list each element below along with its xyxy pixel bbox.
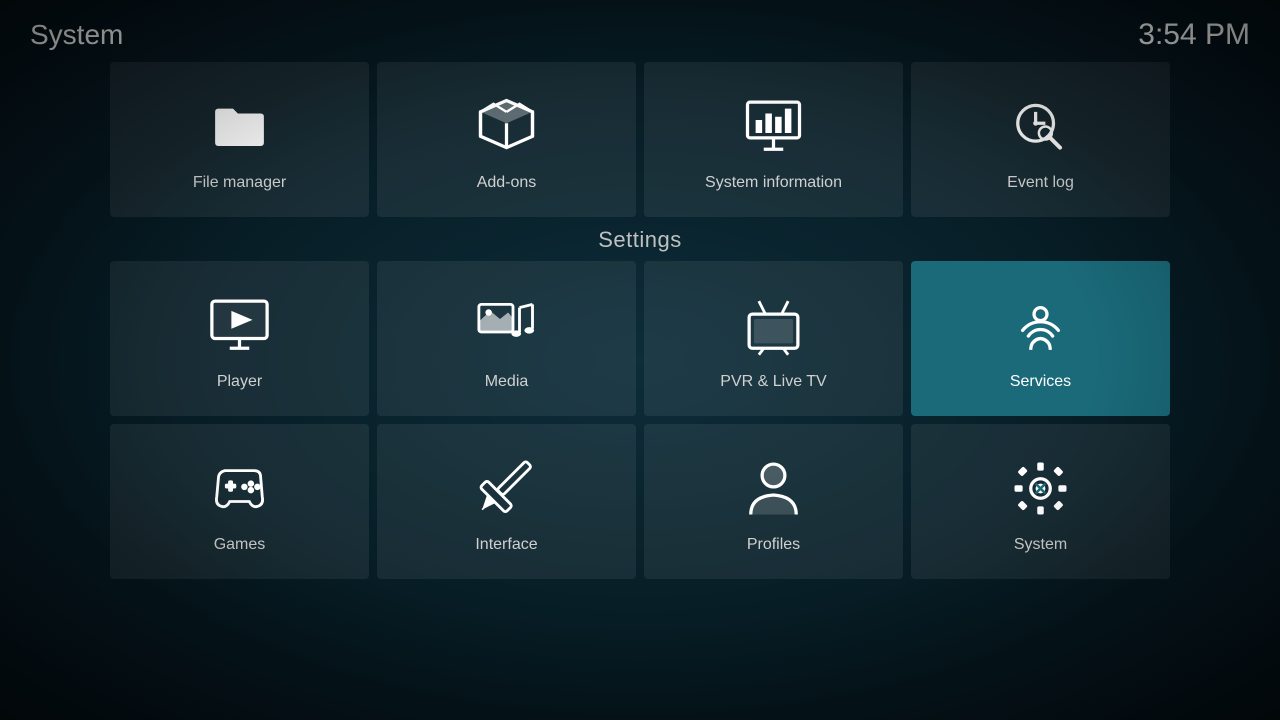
tile-interface[interactable]: Interface (377, 424, 636, 579)
games-label: Games (214, 536, 266, 554)
services-label: Services (1010, 373, 1071, 391)
media-icon (472, 291, 542, 361)
tile-pvr-live-tv[interactable]: PVR & Live TV (644, 261, 903, 416)
tile-profiles[interactable]: Profiles (644, 424, 903, 579)
tile-add-ons[interactable]: Add-ons (377, 62, 636, 217)
interface-icon (472, 454, 542, 524)
header: System 3:54 PM (0, 0, 1280, 62)
folder-icon (205, 92, 275, 162)
eventlog-icon (1006, 92, 1076, 162)
system-information-label: System information (705, 174, 842, 192)
tile-services[interactable]: Services (911, 261, 1170, 416)
settings-grid: Player (110, 261, 1170, 579)
tile-media[interactable]: Media (377, 261, 636, 416)
settings-row-1: Player (110, 261, 1170, 416)
tile-player[interactable]: Player (110, 261, 369, 416)
system-settings-label: System (1014, 536, 1067, 554)
add-ons-label: Add-ons (477, 174, 537, 192)
main-content: File manager Add-ons (0, 62, 1280, 579)
pvr-live-tv-label: PVR & Live TV (720, 373, 826, 391)
tile-system-settings[interactable]: System (911, 424, 1170, 579)
interface-label: Interface (475, 536, 537, 554)
tile-file-manager[interactable]: File manager (110, 62, 369, 217)
file-manager-label: File manager (193, 174, 286, 192)
services-icon (1006, 291, 1076, 361)
top-row: File manager Add-ons (110, 62, 1170, 217)
sysinfo-icon (739, 92, 809, 162)
settings-heading: Settings (110, 227, 1170, 253)
player-label: Player (217, 373, 262, 391)
profiles-label: Profiles (747, 536, 800, 554)
profiles-icon (739, 454, 809, 524)
media-label: Media (485, 373, 529, 391)
page-title: System (30, 19, 123, 51)
tile-games[interactable]: Games (110, 424, 369, 579)
event-log-label: Event log (1007, 174, 1074, 192)
pvr-icon (739, 291, 809, 361)
tile-system-information[interactable]: System information (644, 62, 903, 217)
system-settings-icon (1006, 454, 1076, 524)
addons-icon (472, 92, 542, 162)
clock: 3:54 PM (1138, 18, 1250, 52)
settings-row-2: Games Interface (110, 424, 1170, 579)
tile-event-log[interactable]: Event log (911, 62, 1170, 217)
games-icon (205, 454, 275, 524)
player-icon (205, 291, 275, 361)
